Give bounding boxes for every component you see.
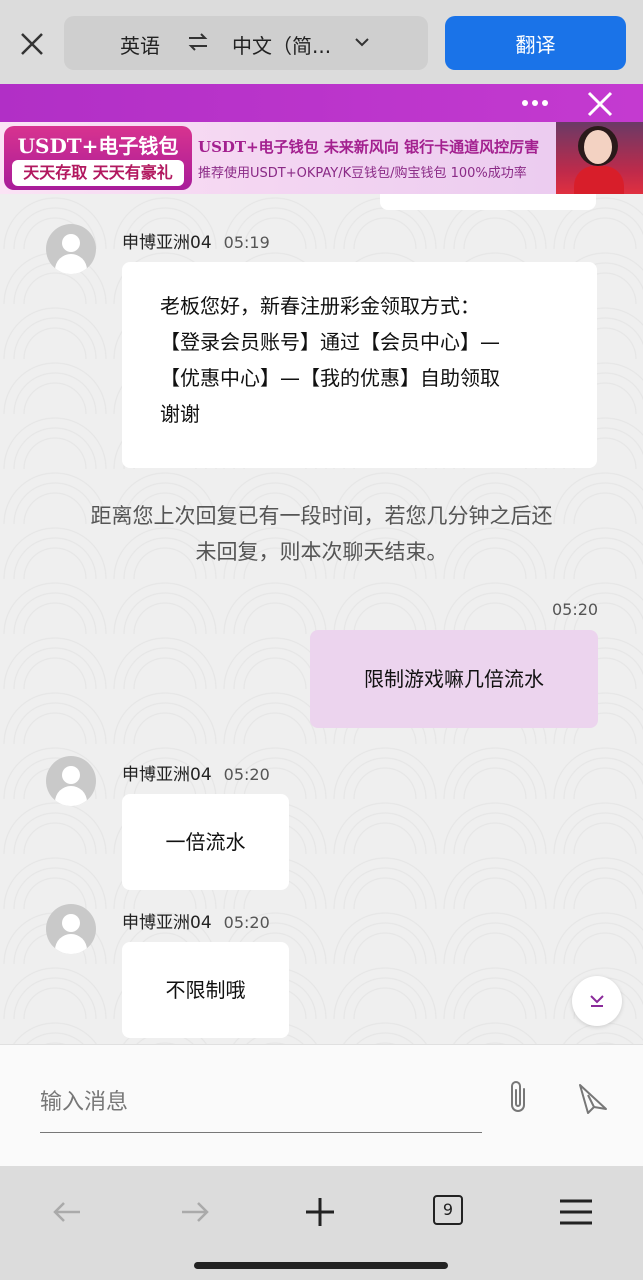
message-time: 05:20 — [223, 913, 270, 932]
menu-hamburger-icon[interactable] — [556, 1192, 596, 1232]
message-text: 一倍流水 — [165, 830, 246, 854]
close-chat-icon[interactable] — [584, 88, 616, 120]
banner-model-image — [556, 122, 643, 194]
banner-badge-subtitle: 天天存取 天天有豪礼 — [12, 160, 184, 186]
notice-line: 未回复，则本次聊天结束。 — [195, 540, 448, 564]
close-translate-icon[interactable] — [14, 26, 50, 62]
notice-line: 距离您上次回复已有一段时间，若您几分钟之后还 — [90, 504, 553, 528]
back-arrow-icon[interactable] — [48, 1192, 88, 1232]
agent-avatar — [46, 904, 96, 954]
new-tab-plus-icon[interactable] — [300, 1192, 340, 1232]
attachment-icon[interactable] — [502, 1077, 534, 1117]
message-sender: 申博亚洲04 05:20 — [122, 760, 270, 785]
forward-arrow-icon[interactable] — [174, 1192, 214, 1232]
message-text: 不限制哦 — [165, 978, 246, 1002]
tab-switcher-button[interactable]: 9 — [433, 1195, 463, 1225]
banner-badge-title: USDT+电子钱包 — [17, 134, 179, 158]
message-line: 谢谢 — [160, 402, 200, 426]
promo-banner[interactable]: USDT+电子钱包 天天存取 天天有豪礼 USDT+电子钱包 未来新风向 银行卡… — [0, 122, 643, 194]
translate-button[interactable]: 翻译 — [445, 16, 626, 70]
message-time: 05:20 — [223, 765, 270, 784]
banner-subline: 推荐使用USDT+OKPAY/K豆钱包/购宝钱包 100%成功率 — [198, 166, 527, 181]
previous-message-bubble — [380, 194, 596, 210]
language-selector[interactable]: 英语 中文（简... — [64, 16, 428, 70]
send-icon[interactable] — [574, 1081, 610, 1115]
banner-headline: USDT+电子钱包 未来新风向 银行卡通道风控厉害 — [198, 138, 540, 156]
scroll-to-bottom-button[interactable] — [572, 976, 622, 1026]
browser-toolbar: 9 — [0, 1166, 643, 1280]
message-input[interactable] — [40, 1073, 482, 1133]
agent-avatar — [46, 756, 96, 806]
chevron-down-icon[interactable] — [354, 34, 370, 50]
message-sender: 申博亚洲04 05:20 — [122, 908, 270, 933]
message-line: 老板您好，新春注册彩金领取方式： — [160, 294, 480, 318]
swap-languages-icon[interactable] — [186, 30, 210, 54]
agent-message-bubble: 老板您好，新春注册彩金领取方式： 【登录会员账号】通过【会员中心】— 【优惠中心… — [122, 262, 597, 468]
sender-name: 申博亚洲04 — [122, 765, 212, 785]
message-line: 【优惠中心】—【我的优惠】自助领取 — [160, 366, 500, 390]
source-language[interactable]: 英语 — [120, 30, 160, 59]
agent-message-bubble: 不限制哦 — [122, 942, 289, 1038]
message-composer — [0, 1044, 643, 1166]
chat-messages[interactable]: 申博亚洲04 05:19 老板您好，新春注册彩金领取方式： 【登录会员账号】通过【… — [0, 194, 643, 1044]
chevron-down-icon — [590, 995, 604, 1007]
message-time: 05:19 — [223, 233, 270, 252]
home-indicator[interactable] — [194, 1262, 448, 1269]
agent-message-bubble: 一倍流水 — [122, 794, 289, 890]
message-line: 【登录会员账号】通过【会员中心】— — [160, 330, 500, 354]
outgoing-message-text: 限制游戏嘛几倍流水 — [364, 667, 544, 691]
message-sender: 申博亚洲04 05:19 — [122, 228, 270, 253]
inactivity-notice: 距离您上次回复已有一段时间，若您几分钟之后还 未回复，则本次聊天结束。 — [30, 498, 613, 570]
chat-header — [0, 84, 643, 122]
more-options-icon[interactable] — [518, 92, 552, 114]
banner-badge: USDT+电子钱包 天天存取 天天有豪礼 — [4, 126, 192, 190]
target-language[interactable]: 中文（简... — [232, 30, 331, 59]
sender-name: 申博亚洲04 — [122, 233, 212, 253]
outgoing-message-bubble: 限制游戏嘛几倍流水 — [310, 630, 598, 728]
agent-avatar — [46, 224, 96, 274]
translate-bar: 英语 中文（简... 翻译 — [0, 0, 643, 84]
sender-name: 申博亚洲04 — [122, 913, 212, 933]
outgoing-time: 05:20 — [552, 600, 599, 619]
